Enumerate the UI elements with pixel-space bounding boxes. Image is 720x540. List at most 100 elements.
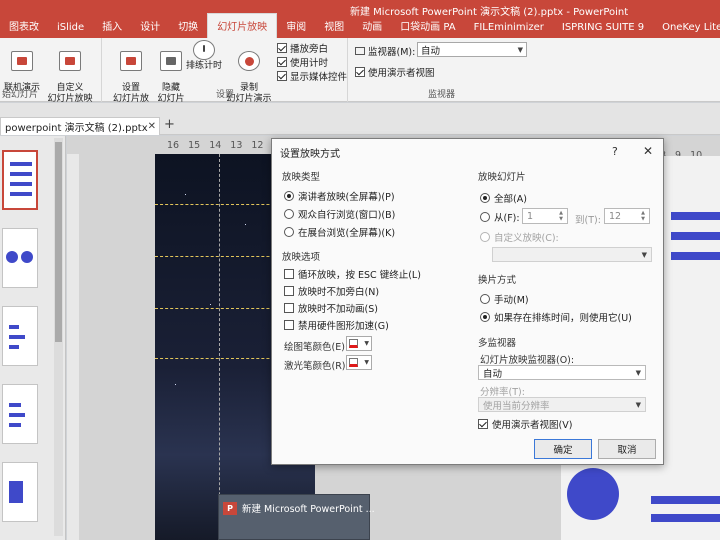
show-without-animation-checkbox[interactable]: 放映时不加动画(S) <box>284 301 378 315</box>
powerpoint-icon: P <box>223 501 237 515</box>
star <box>245 224 246 225</box>
checkbox-label: 禁用硬件图形加速(G) <box>298 321 389 332</box>
slides-from-radio[interactable]: 从(F): <box>480 210 520 224</box>
tab-slide-show[interactable]: 幻灯片放映 <box>207 13 278 38</box>
to-slide-label: 到(T): <box>575 215 601 226</box>
cancel-button[interactable]: 取消 <box>598 439 656 459</box>
custom-show-select[interactable]: ▼ <box>492 247 652 262</box>
tab-islide[interactable]: iSlide <box>48 18 93 38</box>
tab-pocket-animation[interactable]: 口袋动画 PA <box>391 14 464 38</box>
tab-animations[interactable]: 动画 <box>353 14 391 38</box>
ruler-tick: 12 <box>251 139 264 151</box>
advance-slides-section-label: 换片方式 <box>478 275 517 286</box>
taskbar-window-preview[interactable]: P 新建 Microsoft PowerPoint ... <box>218 494 375 540</box>
ok-button[interactable]: 确定 <box>534 439 592 459</box>
setup-show-icon <box>120 51 142 71</box>
close-tab-icon[interactable]: ✕ <box>148 121 156 132</box>
thumb-shape <box>9 335 25 339</box>
checkbox-label: 循环放映，按 ESC 键终止(L) <box>298 270 421 281</box>
online-present-button[interactable]: 联机演示 <box>0 40 44 94</box>
radio-button <box>480 312 490 322</box>
slide-shape <box>671 232 720 240</box>
disable-hardware-acceleration-checkbox[interactable]: 禁用硬件图形加速(G) <box>284 318 389 332</box>
rehearse-timings-button[interactable]: 排练计时 <box>185 40 223 72</box>
checkbox-label: 播放旁白 <box>290 44 329 55</box>
show-without-narration-checkbox[interactable]: 放映时不加旁白(N) <box>284 284 379 298</box>
use-presenter-view-dialog-checkbox[interactable]: 使用演示者视图(V) <box>478 417 572 431</box>
new-tab-button[interactable]: + <box>164 117 175 132</box>
laser-color-picker[interactable]: ▼ <box>346 355 372 370</box>
online-present-icon <box>11 51 33 71</box>
help-icon[interactable]: ? <box>612 145 618 158</box>
tab-transitions[interactable]: 切换 <box>169 14 207 38</box>
slide-shape <box>671 212 720 220</box>
document-tab[interactable]: powerpoint 演示文稿 (2).pptx ✕ <box>0 117 160 135</box>
record-icon <box>238 51 260 71</box>
monitor-select[interactable]: 自动 ▼ <box>417 42 527 57</box>
slide-thumbnail[interactable] <box>2 228 38 288</box>
laser-pointer-icon <box>349 358 358 367</box>
checkbox-box <box>277 43 287 53</box>
hide-slide-icon <box>160 51 182 71</box>
dialog-title: 设置放映方式 <box>280 149 340 160</box>
loop-continuously-checkbox[interactable]: 循环放映，按 ESC 键终止(L) <box>284 267 421 281</box>
slide-thumbnail[interactable] <box>2 384 38 444</box>
radio-button <box>480 294 490 304</box>
radio-label: 全部(A) <box>494 194 527 205</box>
slide-shape <box>567 468 619 520</box>
use-timings-checkbox[interactable]: 使用计时 <box>277 55 328 69</box>
advance-manually-radio[interactable]: 手动(M) <box>480 292 529 306</box>
tab-insert[interactable]: 插入 <box>93 14 131 38</box>
tab-review[interactable]: 审阅 <box>277 14 315 38</box>
preview-title-row: P 新建 Microsoft PowerPoint ... <box>223 501 375 515</box>
to-slide-stepper[interactable]: 12 ▲ ▼ <box>604 208 650 224</box>
radio-button <box>480 193 490 203</box>
slide-show-monitor-label: 幻灯片放映监视器(O): <box>480 355 575 366</box>
resolution-select[interactable]: 使用当前分辨率 ▼ <box>478 397 646 412</box>
show-type-presenter-radio[interactable]: 演讲者放映(全屏幕)(P) <box>284 189 395 203</box>
use-presenter-view-checkbox[interactable]: 使用演示者视图 <box>355 65 435 79</box>
play-narrations-checkbox[interactable]: 播放旁白 <box>277 41 328 55</box>
tab-ispring-suite[interactable]: ISPRING SUITE 9 <box>553 18 653 38</box>
preview-title: 新建 Microsoft PowerPoint ... <box>242 504 375 515</box>
tab-fileminimizer[interactable]: FILEminimizer <box>465 18 553 38</box>
ruler-tick: 13 <box>230 139 243 151</box>
checkbox-label: 使用演示者视图(V) <box>492 420 573 431</box>
rehearse-label: 排练计时 <box>185 61 222 71</box>
monitor-icon <box>355 47 365 55</box>
scrollbar-thumb[interactable] <box>55 142 62 342</box>
thumb-shape <box>10 182 32 186</box>
custom-show-radio[interactable]: 自定义放映(C): <box>480 230 559 244</box>
slides-all-radio[interactable]: 全部(A) <box>480 191 527 205</box>
radio-label: 如果存在排练时间，则使用它(U) <box>494 313 632 324</box>
chevron-down-icon: ▼ <box>364 340 369 347</box>
thumb-shape <box>6 251 18 263</box>
group-label-setup: 设置 <box>215 90 234 100</box>
tab-onekey-lite[interactable]: OneKey Lite <box>653 18 720 38</box>
slide-thumbnail[interactable] <box>2 150 38 210</box>
tab-design[interactable]: 设计 <box>131 14 169 38</box>
checkbox-label: 使用计时 <box>290 58 329 69</box>
show-type-individual-radio[interactable]: 观众自行浏览(窗口)(B) <box>284 207 395 221</box>
pen-icon <box>349 339 358 348</box>
tab-home-truncated[interactable]: 图表改 <box>0 14 48 38</box>
star <box>185 194 186 195</box>
show-media-controls-checkbox[interactable]: 显示媒体控件 <box>277 69 347 83</box>
show-type-kiosk-radio[interactable]: 在展台浏览(全屏幕)(K) <box>284 225 395 239</box>
slide-show-monitor-select[interactable]: 自动 ▼ <box>478 365 646 380</box>
thumbnail-scrollbar[interactable] <box>54 138 63 536</box>
advance-using-timings-radio[interactable]: 如果存在排练时间，则使用它(U) <box>480 310 632 324</box>
slide-thumbnail[interactable] <box>2 462 38 522</box>
ribbon-tabs: 图表改 iSlide 插入 设计 切换 幻灯片放映 审阅 视图 动画 口袋动画 … <box>0 13 720 38</box>
from-slide-stepper[interactable]: 1 ▲ ▼ <box>522 208 568 224</box>
checkbox-box <box>284 286 294 296</box>
pen-color-picker[interactable]: ▼ <box>346 336 372 351</box>
slide-thumbnail[interactable] <box>2 306 38 366</box>
stepper-arrows-icon: ▲ ▼ <box>641 210 645 222</box>
tab-view[interactable]: 视图 <box>315 14 353 38</box>
monitors-group: 监视器(M): 自动 ▼ 使用演示者视图 监视器 <box>349 38 534 102</box>
close-icon[interactable]: ✕ <box>643 144 653 158</box>
pen-color-label: 绘图笔颜色(E): <box>284 342 349 353</box>
star <box>175 384 176 385</box>
slide-shape <box>651 514 720 522</box>
